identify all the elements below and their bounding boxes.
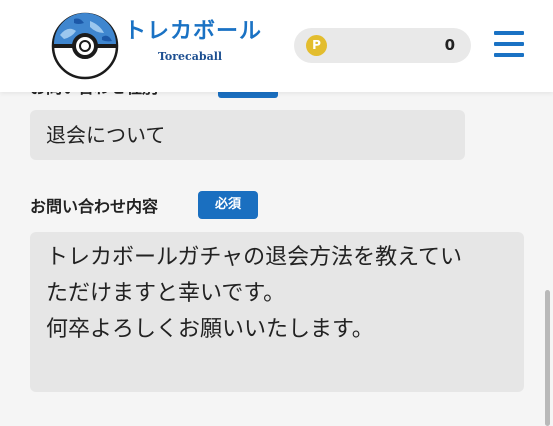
menu-bar xyxy=(494,42,524,46)
inquiry-type-select[interactable]: 退会について xyxy=(30,110,465,160)
pokeball-logo-icon[interactable] xyxy=(50,11,120,81)
hamburger-menu-icon[interactable] xyxy=(494,31,524,57)
brand-subtitle: Torecaball xyxy=(158,50,223,63)
point-coin-icon: P xyxy=(306,35,327,56)
inquiry-content-required-badge: 必須 xyxy=(198,191,258,219)
menu-bar xyxy=(494,31,524,35)
brand-name: トレカボール xyxy=(124,19,263,44)
menu-bar xyxy=(494,53,524,57)
inquiry-content-textarea[interactable]: トレカボールガチャの退会方法を教えてい ただけますと幸いです。 何卒よろしくお願… xyxy=(30,232,524,392)
scrollbar-thumb[interactable] xyxy=(545,290,550,426)
brand[interactable]: トレカボール Torecaball xyxy=(124,18,264,63)
coin-count: 0 xyxy=(444,36,455,54)
coin-balance[interactable]: P 0 xyxy=(294,28,471,63)
inquiry-content-label: お問い合わせ内容 xyxy=(30,197,159,216)
page: お問い合わせ種別 退会について お問い合わせ内容 必須 トレカボールガチャの退会… xyxy=(0,0,553,426)
site-header: トレカボール Torecaball P 0 xyxy=(0,0,553,92)
